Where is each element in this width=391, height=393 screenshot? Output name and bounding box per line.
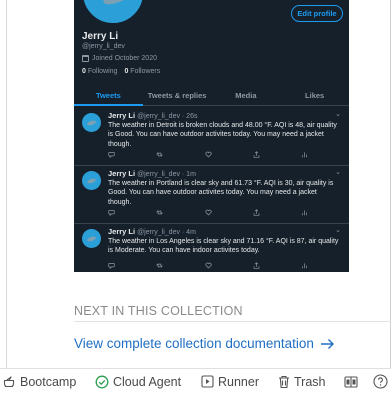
bootcamp-icon — [2, 375, 16, 388]
runner-label: Runner — [218, 374, 259, 389]
tweet-avatar — [82, 113, 101, 132]
reply-icon — [108, 151, 115, 158]
retweet-icon — [156, 262, 163, 269]
profile-avatar — [80, 0, 146, 26]
analytics-icon — [301, 151, 308, 158]
next-in-collection-heading: NEXT IN THIS COLLECTION — [74, 304, 243, 318]
tweet-meta: @jerry_li_dev · 4m — [137, 229, 196, 236]
tweet-author: Jerry Li — [108, 169, 136, 178]
twitter-profile-screenshot: Edit profile Jerry Li @jerry_li_dev Join… — [74, 0, 349, 272]
bootcamp-button[interactable]: Bootcamp — [2, 369, 76, 393]
cloud-agent-button[interactable]: Cloud Agent — [95, 369, 181, 393]
tweet-avatar — [82, 171, 101, 190]
joined-text: Joined October 2020 — [92, 55, 157, 62]
like-icon — [204, 262, 212, 269]
two-pane-icon — [344, 375, 358, 388]
arrow-right-icon — [320, 338, 335, 350]
left-rail-divider — [6, 0, 7, 368]
tab-media: Media — [235, 91, 257, 100]
bird-icon — [86, 177, 97, 185]
tweet-header: Jerry Li @jerry_li_dev · 4m — [108, 227, 196, 236]
runner-button[interactable]: Runner — [201, 369, 259, 393]
like-icon — [204, 151, 212, 158]
trash-button[interactable]: Trash — [278, 369, 326, 393]
followers-count: 0 — [124, 68, 129, 75]
chevron-down-icon: ⌄ — [335, 227, 341, 234]
two-pane-toggle[interactable] — [344, 369, 358, 393]
share-icon — [253, 151, 260, 158]
trash-label: Trash — [294, 374, 326, 389]
bird-icon — [86, 235, 97, 243]
tweet-text: The weather in Detroit is broken clouds … — [108, 122, 337, 148]
tweet-actions — [108, 209, 308, 216]
bottom-status-bar: Bootcamp Cloud Agent Runner Trash — [0, 368, 391, 393]
tweet-item: Jerry Li @jerry_li_dev · 1m ⌄ The weathe… — [74, 167, 349, 224]
tab-tweets: Tweets — [74, 86, 143, 106]
reply-icon — [108, 209, 115, 216]
tweet-author: Jerry Li — [108, 227, 136, 236]
share-icon — [253, 262, 260, 269]
tweet-item: Jerry Li @jerry_li_dev · 4m ⌄ The weathe… — [74, 225, 349, 272]
tweet-text: The weather in Los Angeles is clear sky … — [108, 238, 339, 255]
profile-joined: Joined October 2020 — [82, 55, 157, 62]
tweet-actions — [108, 262, 308, 269]
following-count: 0 — [82, 68, 86, 75]
bird-icon — [86, 119, 97, 127]
view-collection-docs-label: View complete collection documentation — [74, 336, 314, 351]
chevron-down-icon: ⌄ — [335, 111, 341, 118]
following-label: Following — [87, 68, 118, 75]
tweet-actions — [108, 151, 308, 158]
retweet-icon — [156, 151, 163, 158]
tweet-header: Jerry Li @jerry_li_dev · 1m — [108, 169, 196, 178]
tweet-text: The weather in Portland is clear sky and… — [108, 180, 334, 206]
like-icon — [204, 209, 212, 216]
check-circle-icon — [95, 375, 109, 389]
help-button[interactable] — [373, 369, 388, 393]
tab-likes: Likes — [305, 91, 325, 100]
chevron-down-icon: ⌄ — [335, 169, 341, 176]
follow-stats: 0 Following 0 Followers — [82, 68, 160, 75]
app-viewport: Edit profile Jerry Li @jerry_li_dev Join… — [0, 0, 391, 393]
bird-icon — [102, 0, 128, 7]
tweet-meta: @jerry_li_dev · 26s — [137, 113, 198, 120]
cloud-agent-label: Cloud Agent — [113, 374, 182, 389]
following-stat: 0 Following — [82, 68, 117, 75]
profile-tabs: Tweets Tweets & replies Media Likes — [74, 86, 349, 106]
tweet-author: Jerry Li — [108, 111, 136, 120]
tweet-avatar — [82, 229, 101, 248]
followers-stat: 0 Followers — [124, 68, 160, 75]
view-collection-docs-link[interactable]: View complete collection documentation — [74, 336, 335, 351]
analytics-icon — [301, 209, 308, 216]
tab-tweets-replies: Tweets & replies — [147, 91, 207, 100]
followers-label: Followers — [130, 68, 161, 75]
play-square-icon — [201, 375, 214, 388]
profile-handle: @jerry_li_dev — [82, 43, 125, 50]
trash-icon — [278, 375, 290, 389]
share-icon — [253, 209, 260, 216]
tweet-header: Jerry Li @jerry_li_dev · 26s — [108, 111, 197, 120]
tweet-meta: @jerry_li_dev · 1m — [137, 171, 196, 178]
tweet-item: Jerry Li @jerry_li_dev · 26s ⌄ The weath… — [74, 109, 349, 166]
help-icon — [373, 374, 388, 389]
section-divider — [74, 321, 391, 322]
calendar-icon — [82, 55, 89, 62]
bootcamp-label: Bootcamp — [20, 374, 77, 389]
analytics-icon — [301, 262, 308, 269]
reply-icon — [108, 262, 115, 269]
edit-profile-button: Edit profile — [291, 5, 343, 22]
profile-name: Jerry Li — [82, 31, 119, 42]
retweet-icon — [156, 209, 163, 216]
